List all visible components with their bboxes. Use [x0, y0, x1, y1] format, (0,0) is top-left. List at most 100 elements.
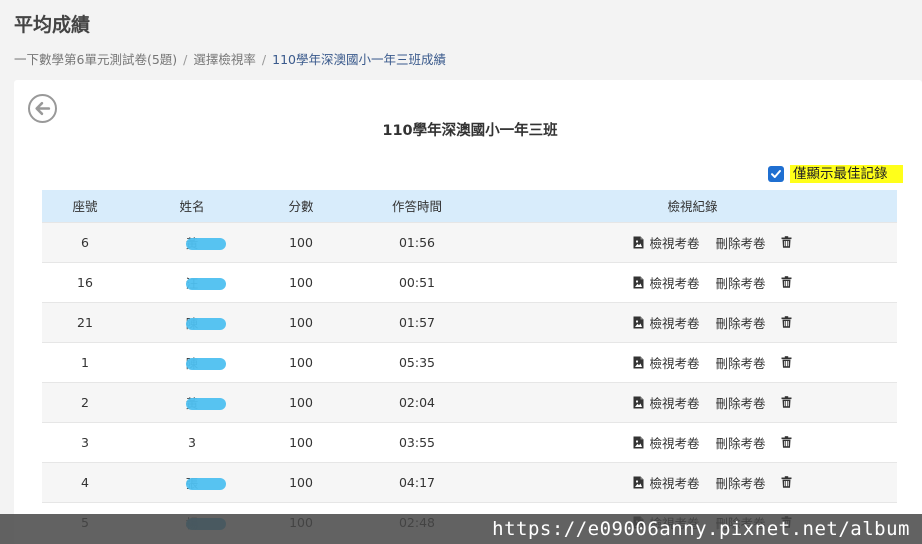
delete-exam-button[interactable]: 刪除考卷 — [716, 273, 766, 292]
view-exam-button[interactable]: 檢視考卷 — [633, 433, 700, 452]
breadcrumb-separator: / — [261, 52, 267, 67]
trash-icon[interactable] — [781, 396, 792, 408]
header-records: 檢視紀錄 — [667, 199, 718, 215]
breadcrumb-separator: / — [183, 52, 188, 67]
score-cell: 100 — [256, 421, 346, 462]
breadcrumb-item-view-rate[interactable]: 選擇檢視率 — [193, 52, 256, 67]
checkmark-icon — [771, 170, 781, 178]
header-score: 分數 — [288, 199, 314, 215]
name-cell: 黃 — [128, 381, 256, 422]
seat-cell: 21 — [42, 301, 128, 342]
breadcrumb-current: 110學年深澳國小一年三班成績 — [272, 52, 446, 67]
delete-exam-button[interactable]: 刪除考卷 — [716, 393, 766, 412]
trash-icon[interactable] — [781, 436, 792, 448]
view-exam-label: 檢視考卷 — [649, 275, 700, 291]
view-exam-button[interactable]: 檢視考卷 — [633, 393, 700, 412]
score-cell: 100 — [256, 301, 346, 342]
name-redaction — [186, 318, 226, 330]
name-cell: 3 — [128, 421, 256, 462]
seat-cell: 4 — [42, 461, 128, 502]
table-row: 1陳10005:35檢視考卷刪除考卷 — [42, 341, 897, 382]
name-cell: 陳 — [128, 341, 256, 382]
seat-cell: 6 — [42, 221, 128, 262]
time-cell: 01:57 — [346, 301, 488, 342]
name-redaction — [186, 238, 226, 250]
view-exam-button[interactable]: 檢視考卷 — [633, 273, 700, 292]
records-cell: 檢視考卷刪除考卷 — [488, 261, 897, 302]
records-cell: 檢視考卷刪除考卷 — [488, 461, 897, 502]
watermark: https://e09006anny.pixnet.net/album — [0, 514, 922, 544]
breadcrumb-item-exam[interactable]: 一下數學第6單元測試卷(5題) — [14, 52, 177, 67]
trash-icon[interactable] — [781, 476, 792, 488]
records-cell: 檢視考卷刪除考卷 — [488, 421, 897, 462]
score-cell: 100 — [256, 461, 346, 502]
view-exam-label: 檢視考卷 — [649, 355, 700, 371]
view-exam-button[interactable]: 檢視考卷 — [633, 233, 700, 252]
image-file-icon — [633, 356, 644, 368]
records-cell: 檢視考卷刪除考卷 — [488, 381, 897, 422]
class-title: 110學年深澳國小一年三班 — [382, 123, 558, 139]
view-exam-label: 檢視考卷 — [649, 235, 700, 251]
image-file-icon — [633, 236, 644, 248]
view-exam-label: 檢視考卷 — [649, 475, 700, 491]
delete-exam-button[interactable]: 刪除考卷 — [716, 473, 766, 492]
delete-exam-button[interactable]: 刪除考卷 — [716, 433, 766, 452]
name-redaction — [186, 358, 226, 370]
image-file-icon — [633, 276, 644, 288]
records-cell: 檢視考卷刪除考卷 — [488, 341, 897, 382]
best-only-filter[interactable]: 僅顯示最佳記錄 — [768, 165, 903, 183]
score-cell: 100 — [256, 381, 346, 422]
view-exam-button[interactable]: 檢視考卷 — [633, 473, 700, 492]
trash-icon[interactable] — [781, 316, 792, 328]
seat-cell: 2 — [42, 381, 128, 422]
image-file-icon — [633, 396, 644, 408]
name-cell: 張 — [128, 461, 256, 502]
time-cell: 03:55 — [346, 421, 488, 462]
scores-table: 座號 姓名 分數 作答時間 檢視紀錄 6黃10001:56檢視考卷刪除考卷16汪… — [42, 190, 897, 542]
breadcrumb: 一下數學第6單元測試卷(5題) / 選擇檢視率 / 110學年深澳國小一年三班成績 — [14, 49, 446, 68]
header-seat: 座號 — [72, 199, 98, 215]
header-time: 作答時間 — [391, 199, 442, 215]
seat-cell: 1 — [42, 341, 128, 382]
table-row: 6黃10001:56檢視考卷刪除考卷 — [42, 221, 897, 262]
image-file-icon — [633, 316, 644, 328]
trash-icon[interactable] — [781, 356, 792, 368]
name-redaction — [186, 478, 226, 490]
time-cell: 02:04 — [346, 381, 488, 422]
time-cell: 00:51 — [346, 261, 488, 302]
delete-exam-button[interactable]: 刪除考卷 — [716, 353, 766, 372]
table-row: 16汪10000:51檢視考卷刪除考卷 — [42, 261, 897, 302]
best-only-checkbox[interactable] — [768, 166, 784, 182]
table-row: 21陳10001:57 檢視考卷刪除考卷 — [42, 301, 897, 342]
trash-icon[interactable] — [781, 236, 792, 248]
records-cell: 檢視考卷刪除考卷 — [488, 221, 897, 262]
seat-cell: 16 — [42, 261, 128, 302]
image-file-icon — [633, 476, 644, 488]
best-only-label[interactable]: 僅顯示最佳記錄 — [790, 165, 903, 183]
name-cell: 汪 — [128, 261, 256, 302]
name-redaction — [186, 398, 226, 410]
arrow-left-icon — [35, 101, 51, 116]
table-body: 6黃10001:56檢視考卷刪除考卷16汪10000:51檢視考卷刪除考卷21陳… — [42, 221, 897, 542]
page-title: 平均成績 — [14, 14, 91, 36]
table-row: 3 3 100 03:55 檢視考卷 刪除考卷 — [42, 421, 897, 462]
trash-icon[interactable] — [781, 276, 792, 288]
view-exam-label: 檢視考卷 — [649, 395, 700, 411]
name-cell: 陳 — [128, 301, 256, 342]
view-exam-button[interactable]: 檢視考卷 — [633, 353, 700, 372]
seat-cell: 3 — [42, 421, 128, 462]
student-name: 3 — [188, 434, 196, 450]
time-cell: 01:56 — [346, 221, 488, 262]
name-redaction — [186, 278, 226, 290]
score-cell: 100 — [256, 341, 346, 382]
header-name: 姓名 — [179, 199, 205, 215]
delete-exam-button[interactable]: 刪除考卷 — [716, 233, 766, 252]
view-exam-button[interactable]: 檢視考卷 — [633, 313, 700, 332]
time-cell: 04:17 — [346, 461, 488, 502]
score-cell: 100 — [256, 221, 346, 262]
view-exam-label: 檢視考卷 — [649, 315, 700, 331]
table-header-row: 座號 姓名 分數 作答時間 檢視紀錄 — [42, 190, 897, 222]
image-file-icon — [633, 436, 644, 448]
score-cell: 100 — [256, 261, 346, 302]
delete-exam-button[interactable]: 刪除考卷 — [716, 313, 766, 332]
